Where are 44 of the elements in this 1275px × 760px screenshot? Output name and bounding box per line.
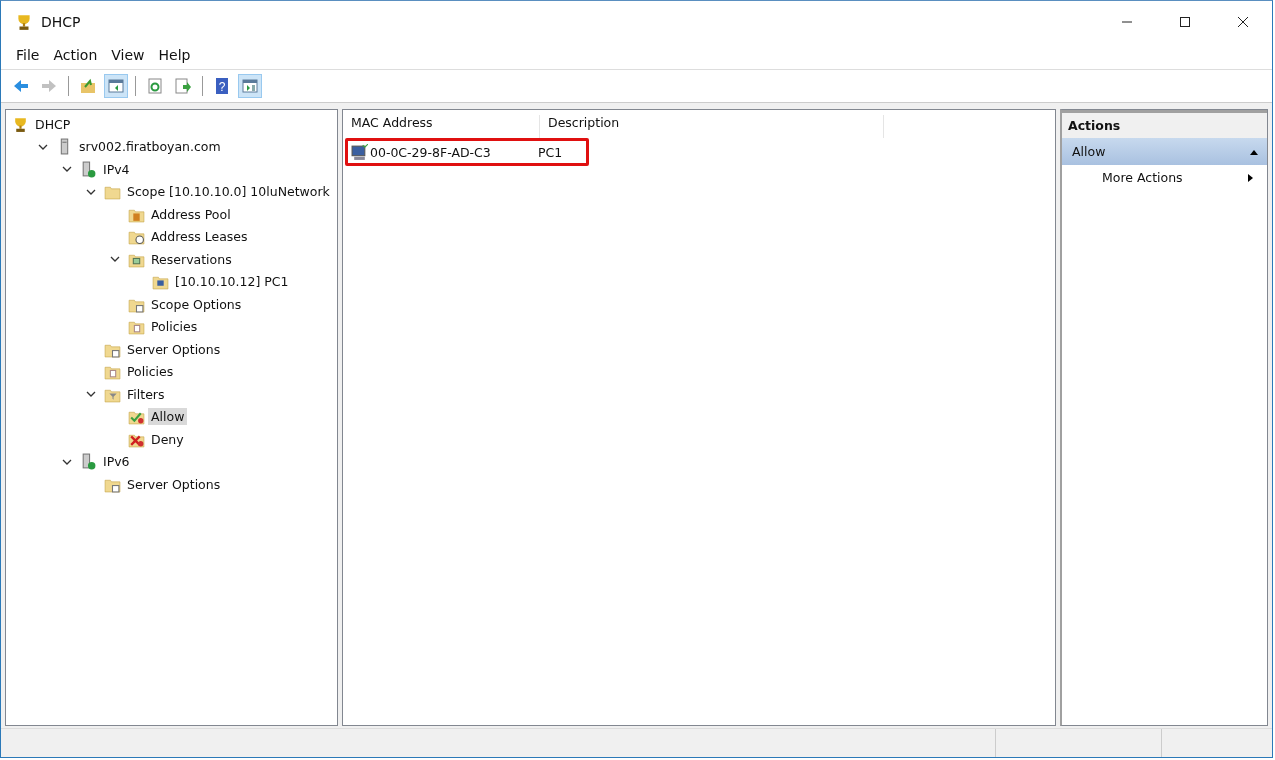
tree-button[interactable] xyxy=(104,74,128,98)
tree-item[interactable]: Scope [10.10.10.0] 10luNetwork xyxy=(124,183,333,201)
tree-item[interactable]: srv002.firatboyan.com xyxy=(76,138,224,156)
submenu-arrow-icon xyxy=(1245,172,1255,183)
description-cell: PC1 xyxy=(538,144,563,160)
action-link[interactable]: More Actions xyxy=(1102,170,1183,185)
trophy-icon xyxy=(15,13,33,31)
refresh-icon xyxy=(146,77,164,95)
tree-item[interactable]: Server Options xyxy=(124,475,224,493)
tree-item[interactable]: Server Options xyxy=(124,340,224,358)
menu-item[interactable]: View xyxy=(106,45,150,65)
server-check-icon xyxy=(80,453,97,471)
menu-item[interactable]: File xyxy=(11,45,45,65)
column-header[interactable]: MAC Address xyxy=(343,115,540,138)
computer-icon xyxy=(351,143,368,161)
tree-item[interactable]: Allow xyxy=(148,408,188,426)
tree-item[interactable]: Policies xyxy=(124,363,177,381)
window-title: DHCP xyxy=(41,14,81,30)
actions-section-header[interactable]: Allow xyxy=(1062,138,1267,165)
tree-item[interactable]: Reservations xyxy=(148,250,235,268)
column-header[interactable]: Description xyxy=(540,115,884,138)
back-arrow-icon xyxy=(12,77,30,95)
tree-item[interactable]: IPv4 xyxy=(100,160,133,178)
trophy-icon xyxy=(12,115,29,133)
tree-item[interactable]: Address Pool xyxy=(148,205,234,223)
actions-header: Actions xyxy=(1062,110,1267,138)
actionpane-button[interactable] xyxy=(238,74,262,98)
mac-address-cell[interactable]: 00-0C-29-8F-AD-C3 xyxy=(348,143,538,161)
server-check-icon xyxy=(80,160,97,178)
forward-arrow-icon xyxy=(40,77,58,95)
tree-item[interactable]: Scope Options xyxy=(148,295,245,313)
export-icon xyxy=(174,77,192,95)
tree-item[interactable]: Address Leases xyxy=(148,228,251,246)
tree-item[interactable]: DHCP xyxy=(32,115,74,133)
menu-item[interactable]: Action xyxy=(48,45,103,65)
tree-item[interactable]: [10.10.10.12] PC1 xyxy=(172,273,292,291)
pane-icon xyxy=(241,77,259,95)
tree-item[interactable]: IPv6 xyxy=(100,453,133,471)
tree-item[interactable]: Deny xyxy=(148,430,187,448)
pane-icon xyxy=(107,77,125,95)
tree-item[interactable]: Policies xyxy=(148,318,201,336)
tree-item[interactable]: Filters xyxy=(124,385,168,403)
folder-arrow-icon xyxy=(79,77,97,95)
menu-item[interactable]: Help xyxy=(153,45,196,65)
